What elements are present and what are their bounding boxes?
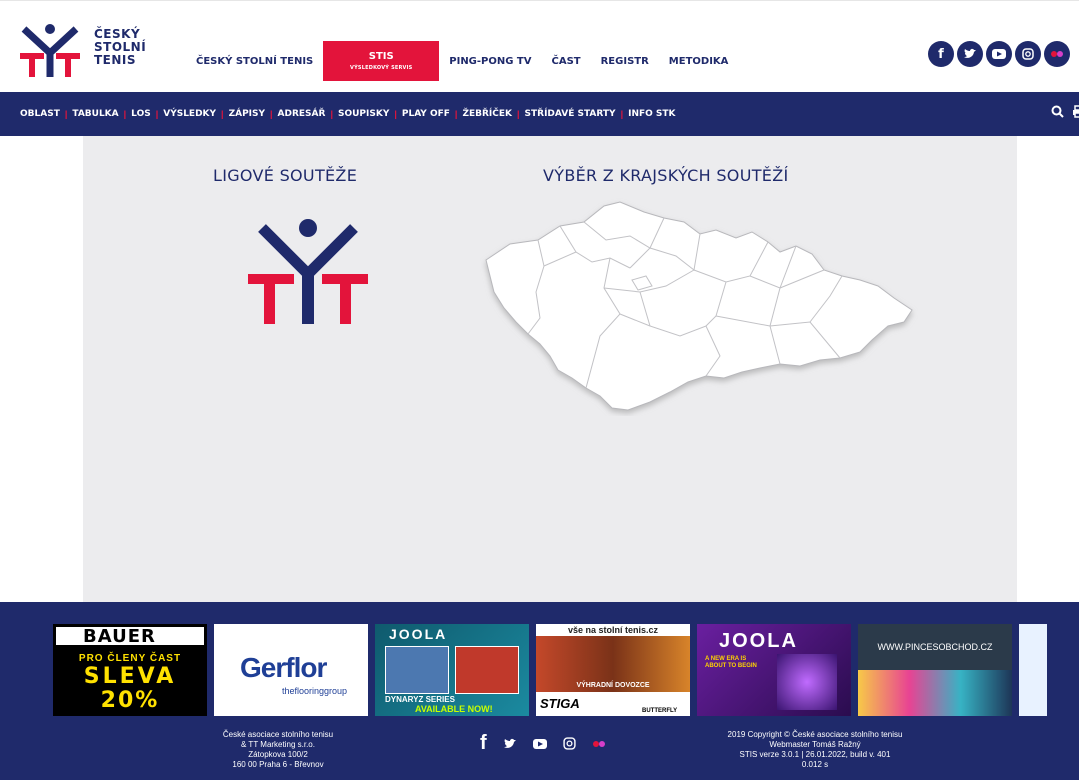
sponsor-bauer[interactable]: BAUER PRO ČLENY ČAST SLEVA 20% — [53, 624, 207, 716]
youtube-icon[interactable] — [532, 738, 547, 749]
facebook-icon[interactable]: f — [928, 41, 954, 67]
header-social: f — [928, 41, 1070, 67]
subnav-soupisky[interactable]: SOUPISKY — [338, 109, 389, 119]
sponsor-gerflor[interactable]: Gerflor theflooringgroup — [214, 624, 368, 716]
vse-line3: BUTTERFLY — [642, 708, 678, 714]
subnav-oblast[interactable]: OBLAST — [20, 109, 60, 119]
subnav-separator: | — [64, 109, 68, 119]
cstt-logo[interactable] — [18, 23, 82, 79]
twitter-icon[interactable] — [957, 41, 983, 67]
joola1-line2: AVAILABLE NOW! — [415, 704, 493, 714]
joola1-line1: DYNARYZ SERIES — [385, 695, 455, 704]
nav-metodika[interactable]: METODIKA — [659, 41, 739, 81]
subnav-separator: | — [270, 109, 273, 119]
flickr-icon[interactable] — [1044, 41, 1070, 67]
nav-cast[interactable]: ČAST — [542, 41, 591, 81]
youtube-icon[interactable] — [986, 41, 1012, 67]
subnav-zapisy[interactable]: ZÁPISY — [229, 109, 265, 119]
footer: BAUER PRO ČLENY ČAST SLEVA 20% Gerflor t… — [0, 602, 1079, 780]
subnav-vysledky[interactable]: VÝSLEDKY — [163, 109, 216, 119]
subnav-tabulka[interactable]: TABULKA — [72, 109, 118, 119]
bauer-brand: BAUER — [83, 626, 156, 647]
logo-text[interactable]: ČESKÝ STOLNÍ TENIS — [94, 28, 146, 67]
flickr-icon[interactable] — [592, 740, 606, 748]
instagram-icon[interactable] — [1015, 41, 1041, 67]
print-icon[interactable] — [1072, 105, 1079, 118]
secondary-nav-items: OBLAST | TABULKA | LOS | VÝSLEDKY | ZÁPI… — [20, 92, 676, 136]
subnav-zebricek[interactable]: ŽEBŘÍČEK — [462, 109, 512, 119]
nav-cesky-stolni-tenis[interactable]: ČESKÝ STOLNÍ TENIS — [186, 41, 323, 81]
subnav-separator: | — [330, 109, 333, 119]
subnav-info-stk[interactable]: INFO STK — [628, 109, 675, 119]
sponsor-pincesobchod[interactable]: WWW.PINCESOBCHOD.CZ — [858, 624, 1012, 716]
subnav-tools — [1051, 105, 1079, 118]
footer-copyright-line: 2019 Copyright © České asociace stolního… — [727, 730, 903, 739]
bauer-line2: SLEVA — [83, 664, 177, 689]
krajske-souteze-heading[interactable]: VÝBĚR Z KRAJSKÝCH SOUTĚŽÍ — [543, 166, 788, 185]
ligove-souteze-heading[interactable]: LIGOVÉ SOUTĚŽE — [213, 166, 357, 185]
subnav-los[interactable]: LOS — [131, 109, 151, 119]
footer-address-line: Zátopkova 100/2 — [248, 750, 308, 759]
vse-brand: vše na stolní tenis.cz — [536, 624, 690, 636]
nav-registr[interactable]: REGISTR — [591, 41, 659, 81]
nav-stis-label: STIS — [368, 51, 394, 62]
vse-line2: STIGA — [540, 696, 580, 711]
bauer-line1: PRO ČLENY ČAST — [78, 653, 182, 664]
nav-ping-pong-tv[interactable]: PING-PONG TV — [439, 41, 541, 81]
nav-stis-sublabel: VÝSLEDKOVÝ SERVIS — [350, 65, 413, 71]
subnav-separator: | — [221, 109, 224, 119]
bauer-line3: 20% — [100, 688, 160, 713]
top-header: ČESKÝ STOLNÍ TENIS ČESKÝ STOLNÍ TENIS ST… — [0, 0, 1079, 92]
vse-line1: VÝHRADNÍ DOVOZCE — [576, 682, 650, 689]
subnav-separator: | — [620, 109, 624, 119]
footer-address-line: 160 00 Praha 6 - Břevnov — [232, 760, 324, 769]
ligove-souteze-logo[interactable] — [248, 218, 368, 326]
twitter-icon[interactable] — [503, 738, 517, 750]
pinces-brand: WWW.PINCESOBCHOD.CZ — [877, 642, 993, 652]
sponsor-joola-new-era[interactable]: JOOLA A NEW ERA IS ABOUT TO BEGIN — [697, 624, 851, 716]
czech-regions-map[interactable] — [480, 196, 920, 416]
footer-address: České asociace stolního tenisu & TT Mark… — [198, 730, 358, 770]
subnav-separator: | — [155, 109, 159, 119]
footer-address-line: & TT Marketing s.r.o. — [241, 740, 315, 749]
footer-copyright-line: Webmaster Tomáš Ražný — [769, 740, 861, 749]
footer-copyright-line: STIS verze 3.0.1 | 26.01.2022, build v. … — [739, 750, 891, 759]
joola2-line1: A NEW ERA IS ABOUT TO BEGIN — [705, 656, 757, 669]
secondary-nav: OBLAST | TABULKA | LOS | VÝSLEDKY | ZÁPI… — [0, 92, 1079, 136]
facebook-icon[interactable]: f — [480, 732, 487, 755]
instagram-icon[interactable] — [563, 737, 576, 750]
footer-address-line: České asociace stolního tenisu — [222, 730, 334, 739]
subnav-separator: | — [123, 109, 127, 119]
main-nav: ČESKÝ STOLNÍ TENIS STIS VÝSLEDKOVÝ SERVI… — [186, 41, 738, 81]
sponsor-vse-na-stolni-tenis[interactable]: vše na stolní tenis.cz VÝHRADNÍ DOVOZCE … — [536, 624, 690, 716]
sponsor-joola-dynaryz[interactable]: JOOLA DYNARYZ SERIES AVAILABLE NOW! — [375, 624, 529, 716]
joola1-brand: JOOLA — [389, 626, 448, 642]
logo-line: TENIS — [94, 53, 137, 67]
subnav-adresar[interactable]: ADRESÁŘ — [278, 109, 326, 119]
sponsor-banners: BAUER PRO ČLENY ČAST SLEVA 20% Gerflor t… — [53, 624, 1047, 716]
footer-social: f — [480, 732, 606, 755]
subnav-separator: | — [454, 109, 458, 119]
main-content: LIGOVÉ SOUTĚŽE VÝBĚR Z KRAJSKÝCH SOUTĚŽÍ — [83, 136, 1017, 602]
subnav-stridave-starty[interactable]: STŘÍDAVÉ STARTY — [525, 109, 616, 119]
gerflor-tag: theflooringgroup — [282, 686, 348, 696]
subnav-play-off[interactable]: PLAY OFF — [402, 109, 450, 119]
footer-copyright-line: 0.012 s — [801, 760, 829, 769]
footer-copyright: 2019 Copyright © České asociace stolního… — [690, 730, 940, 770]
subnav-separator: | — [517, 109, 520, 119]
sponsor-partial[interactable] — [1019, 624, 1047, 716]
joola2-brand: JOOLA — [719, 630, 798, 652]
gerflor-brand: Gerflor — [240, 652, 327, 683]
nav-stis[interactable]: STIS VÝSLEDKOVÝ SERVIS — [323, 41, 440, 81]
search-icon[interactable] — [1051, 105, 1064, 118]
subnav-separator: | — [394, 109, 397, 119]
